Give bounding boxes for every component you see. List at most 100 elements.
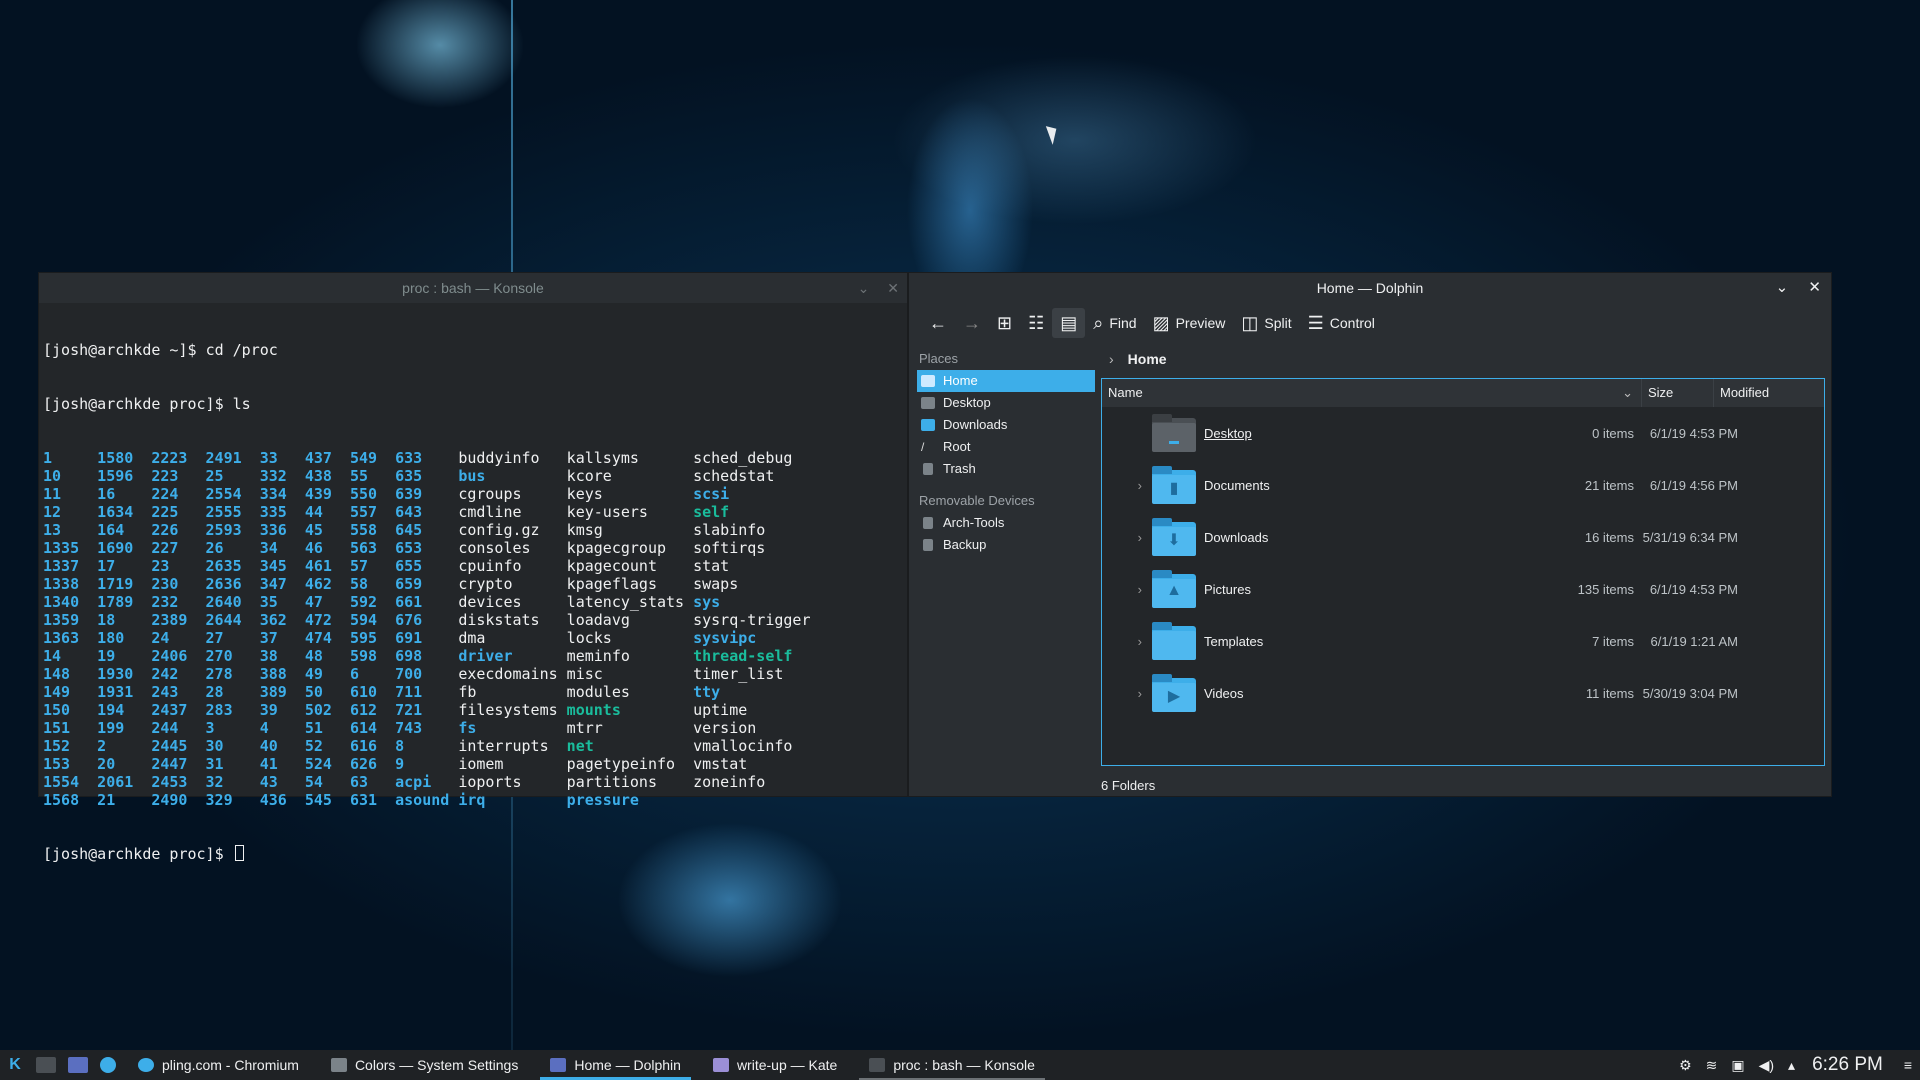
minimize-icon[interactable]: ⌄ [858, 280, 870, 296]
ls-entry-pid: 1554 [43, 773, 80, 791]
column-modified[interactable]: Modified [1714, 379, 1824, 407]
details-view-button[interactable]: ▤ [1052, 308, 1086, 338]
dolphin-window[interactable]: Home — Dolphin ⌄ ✕ ← → ⊞ ☷ ▤ ⌕ Find ▨ Prev… [908, 272, 1832, 797]
task-dolphin[interactable]: Home — Dolphin [540, 1050, 691, 1080]
find-button[interactable]: ⌕ Find [1085, 308, 1144, 338]
place-label: Home [943, 373, 978, 388]
file-name: Templates [1204, 633, 1264, 649]
expand-chevron-icon[interactable]: › [1102, 686, 1152, 701]
wifi-icon[interactable]: ≋ [1706, 1057, 1718, 1074]
browser-launcher-icon[interactable] [100, 1057, 116, 1073]
ls-entry-pid: 2491 [205, 449, 242, 467]
ls-entry-pid: 244 [151, 719, 179, 737]
ls-entry-dir: driver [458, 647, 513, 665]
column-size[interactable]: Size [1642, 379, 1714, 407]
ls-entry-pid: 558 [349, 521, 378, 539]
volume-icon[interactable]: ◀) [1759, 1057, 1774, 1074]
expand-chevron-icon[interactable]: › [1102, 634, 1152, 649]
ls-entry-pid: 57 [349, 557, 369, 575]
ls-entry-pid: 612 [349, 701, 378, 719]
terminal-line: [josh@archkde ~]$ cd /proc [43, 341, 903, 359]
ls-entry-pid: 2644 [205, 611, 242, 629]
expand-chevron-icon[interactable]: › [1102, 582, 1152, 597]
task-chromium[interactable]: pling.com - Chromium [128, 1050, 309, 1080]
clock[interactable]: 6:26 PM [1812, 1054, 1883, 1076]
panel-settings-icon[interactable]: ≡ [1904, 1057, 1912, 1073]
ls-entry-pid: 462 [304, 575, 332, 593]
ls-entry-pid: 32 [205, 773, 224, 791]
ls-entry-pid: 2635 [205, 557, 242, 575]
ls-entry-pid: 38 [259, 647, 278, 665]
ls-entry-pid: 45 [304, 521, 323, 539]
file-name: Desktop [1204, 425, 1252, 441]
preview-button[interactable]: ▨ Preview [1145, 308, 1234, 338]
file-row[interactable]: › ▮ Documents 21 items 6/1/19 4:56 PM [1102, 459, 1824, 511]
menu-icon: ☰ [1307, 312, 1324, 333]
file-row[interactable]: › Templates 7 items 6/1/19 1:21 AM [1102, 615, 1824, 667]
ls-entry-dir: irq [458, 791, 486, 809]
device-item-backup[interactable]: Backup [917, 534, 1095, 556]
split-button[interactable]: ◫ Split [1233, 308, 1299, 338]
file-row[interactable]: › ⬇ Downloads 16 items 5/31/19 6:34 PM [1102, 511, 1824, 563]
ls-entry-file: loadavg [566, 611, 630, 629]
file-row[interactable]: ▬ Desktop 0 items 6/1/19 4:53 PM [1102, 407, 1824, 459]
status-bar: 6 Folders [1101, 778, 1156, 793]
file-row[interactable]: › ▲ Pictures 135 items 6/1/19 4:53 PM [1102, 563, 1824, 615]
files-launcher-icon[interactable] [68, 1057, 88, 1073]
task-system-settings[interactable]: Colors — System Settings [321, 1050, 528, 1080]
ls-entry-pid: 436 [259, 791, 287, 809]
compact-view-button[interactable]: ☷ [1020, 308, 1052, 338]
terminal-launcher-icon[interactable] [36, 1057, 56, 1073]
close-icon[interactable]: ✕ [1808, 279, 1821, 296]
place-item-trash[interactable]: Trash [917, 458, 1095, 480]
breadcrumb-home[interactable]: Home [1128, 351, 1167, 367]
control-button[interactable]: ☰ Control [1300, 308, 1383, 338]
back-button[interactable]: ← [921, 308, 955, 338]
breadcrumb[interactable]: › Home [1101, 348, 1825, 370]
minimize-icon[interactable]: ⌄ [1776, 279, 1789, 296]
terminal-output[interactable]: [josh@archkde ~]$ cd /proc [josh@archkde… [39, 303, 907, 901]
ls-row: 1363 180 24 27 37 474 595 691 dma locks sysvipc [43, 629, 903, 647]
icons-view-button[interactable]: ⊞ [989, 308, 1020, 338]
ls-entry-pid: 721 [395, 701, 423, 719]
ls-entry-pid: 598 [349, 647, 378, 665]
ls-entry-file: dma [458, 629, 486, 647]
konsole-titlebar[interactable]: proc : bash — Konsole ⌄ ✕ [39, 273, 907, 303]
downloads-folder-icon: ⬇ [1152, 518, 1196, 556]
place-item-root[interactable]: / Root [917, 436, 1095, 458]
ls-entry-file: sysrq-trigger [693, 611, 811, 629]
tray-expand-icon[interactable]: ▴ [1788, 1057, 1795, 1074]
ls-entry-pid: 1335 [43, 539, 80, 557]
dolphin-titlebar[interactable]: Home — Dolphin ⌄ ✕ [909, 273, 1831, 303]
ls-entry-file: swaps [693, 575, 739, 593]
task-konsole[interactable]: proc : bash — Konsole [859, 1050, 1045, 1080]
settings-icon[interactable]: ⚙ [1679, 1057, 1692, 1074]
ls-entry-pid: 743 [395, 719, 423, 737]
ls-row: 150 194 2437 283 39 502 612 721 filesystems mount… [43, 701, 903, 719]
place-item-downloads[interactable]: Downloads [917, 414, 1095, 436]
ls-entry-pid: 1634 [97, 503, 134, 521]
task-kate[interactable]: write-up — Kate [703, 1050, 847, 1080]
forward-button[interactable]: → [955, 308, 989, 338]
ls-row: 153 20 2447 31 41 524 626 9 iomem pagetypeinfo vms… [43, 755, 903, 773]
place-item-home[interactable]: Home [917, 370, 1095, 392]
place-item-desktop[interactable]: Desktop [917, 392, 1095, 414]
file-row[interactable]: › ▶ Videos 11 items 5/30/19 3:04 PM [1102, 667, 1824, 719]
file-size: 11 items [1585, 685, 1634, 701]
expand-chevron-icon[interactable]: › [1102, 478, 1152, 493]
file-size: 7 items [1592, 633, 1634, 649]
chevron-down-icon[interactable]: ⌄ [1622, 379, 1633, 407]
expand-chevron-icon[interactable]: › [1102, 530, 1152, 545]
ls-entry-pid: 13 [43, 521, 62, 539]
device-item-arch-tools[interactable]: Arch-Tools [917, 512, 1095, 534]
ls-entry-pid: 4 [259, 719, 269, 737]
column-name[interactable]: Name ⌄ [1102, 379, 1642, 407]
ls-entry-pid: 438 [304, 467, 332, 485]
details-view[interactable]: Name ⌄ Size Modified ▬ Desktop 0 items 6/1/1… [1101, 378, 1825, 766]
clipboard-icon[interactable]: ▣ [1731, 1057, 1744, 1074]
terminal-line: [josh@archkde proc]$ [43, 845, 903, 863]
close-icon[interactable]: ✕ [887, 280, 899, 296]
kde-launcher-icon[interactable]: K [0, 1050, 30, 1080]
ls-entry-pid: 698 [395, 647, 423, 665]
konsole-window[interactable]: proc : bash — Konsole ⌄ ✕ [josh@archkde … [38, 272, 908, 863]
